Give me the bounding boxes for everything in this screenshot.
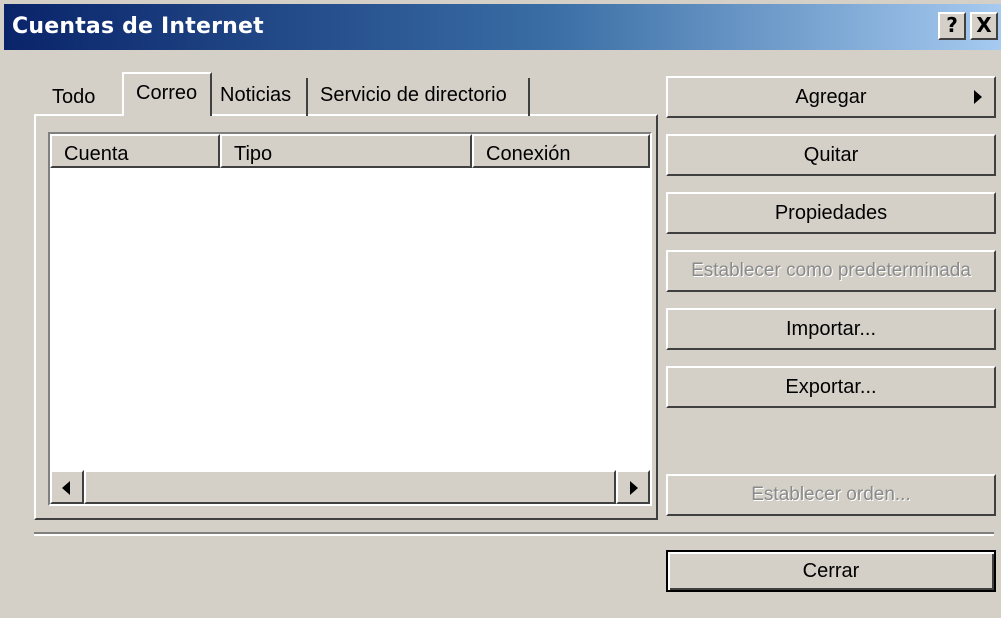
window-title: Cuentas de Internet <box>12 14 264 39</box>
importar-button[interactable]: Importar... <box>666 308 996 350</box>
propiedades-button[interactable]: Propiedades <box>666 192 996 234</box>
tab-label: Correo <box>136 82 198 104</box>
column-header-tipo[interactable]: Tipo <box>220 134 472 168</box>
tab-label: Servicio de directorio <box>320 84 507 106</box>
scroll-left-button[interactable] <box>50 470 84 504</box>
tab-todo[interactable]: Todo <box>40 80 122 118</box>
close-button[interactable]: X <box>970 12 998 40</box>
tab-servicio-de-directorio[interactable]: Servicio de directorio <box>310 78 530 116</box>
accounts-list[interactable]: Cuenta Tipo Conexión <box>48 132 652 506</box>
horizontal-scrollbar[interactable] <box>50 470 650 504</box>
submenu-arrow-icon <box>974 90 982 104</box>
tab-label: Noticias <box>220 84 292 106</box>
column-header-cuenta[interactable]: Cuenta <box>50 134 220 168</box>
set-default-button[interactable]: Establecer como predeterminada <box>666 250 996 292</box>
scroll-right-button[interactable] <box>616 470 650 504</box>
title-bar[interactable]: Cuentas de Internet ? X <box>4 4 1001 50</box>
help-button[interactable]: ? <box>938 12 966 40</box>
internet-accounts-dialog: Cuentas de Internet ? X Todo Correo Noti… <box>0 0 1001 618</box>
cerrar-button[interactable]: Cerrar <box>666 550 996 592</box>
quitar-button[interactable]: Quitar <box>666 134 996 176</box>
close-icon: X <box>976 13 992 37</box>
exportar-button[interactable]: Exportar... <box>666 366 996 408</box>
scroll-right-icon <box>630 481 638 495</box>
agregar-button[interactable]: Agregar <box>666 76 996 118</box>
set-order-button[interactable]: Establecer orden... <box>666 474 996 516</box>
scroll-left-icon <box>62 481 70 495</box>
column-header-conexion[interactable]: Conexión <box>472 134 650 168</box>
tab-label: Todo <box>52 86 96 108</box>
tab-noticias[interactable]: Noticias <box>214 78 308 116</box>
help-icon: ? <box>946 13 958 37</box>
tab-correo[interactable]: Correo <box>122 72 212 116</box>
scroll-thumb[interactable] <box>84 470 616 504</box>
separator <box>34 532 994 536</box>
list-header: Cuenta Tipo Conexión <box>50 134 650 168</box>
agregar-label: Agregar <box>795 86 867 108</box>
